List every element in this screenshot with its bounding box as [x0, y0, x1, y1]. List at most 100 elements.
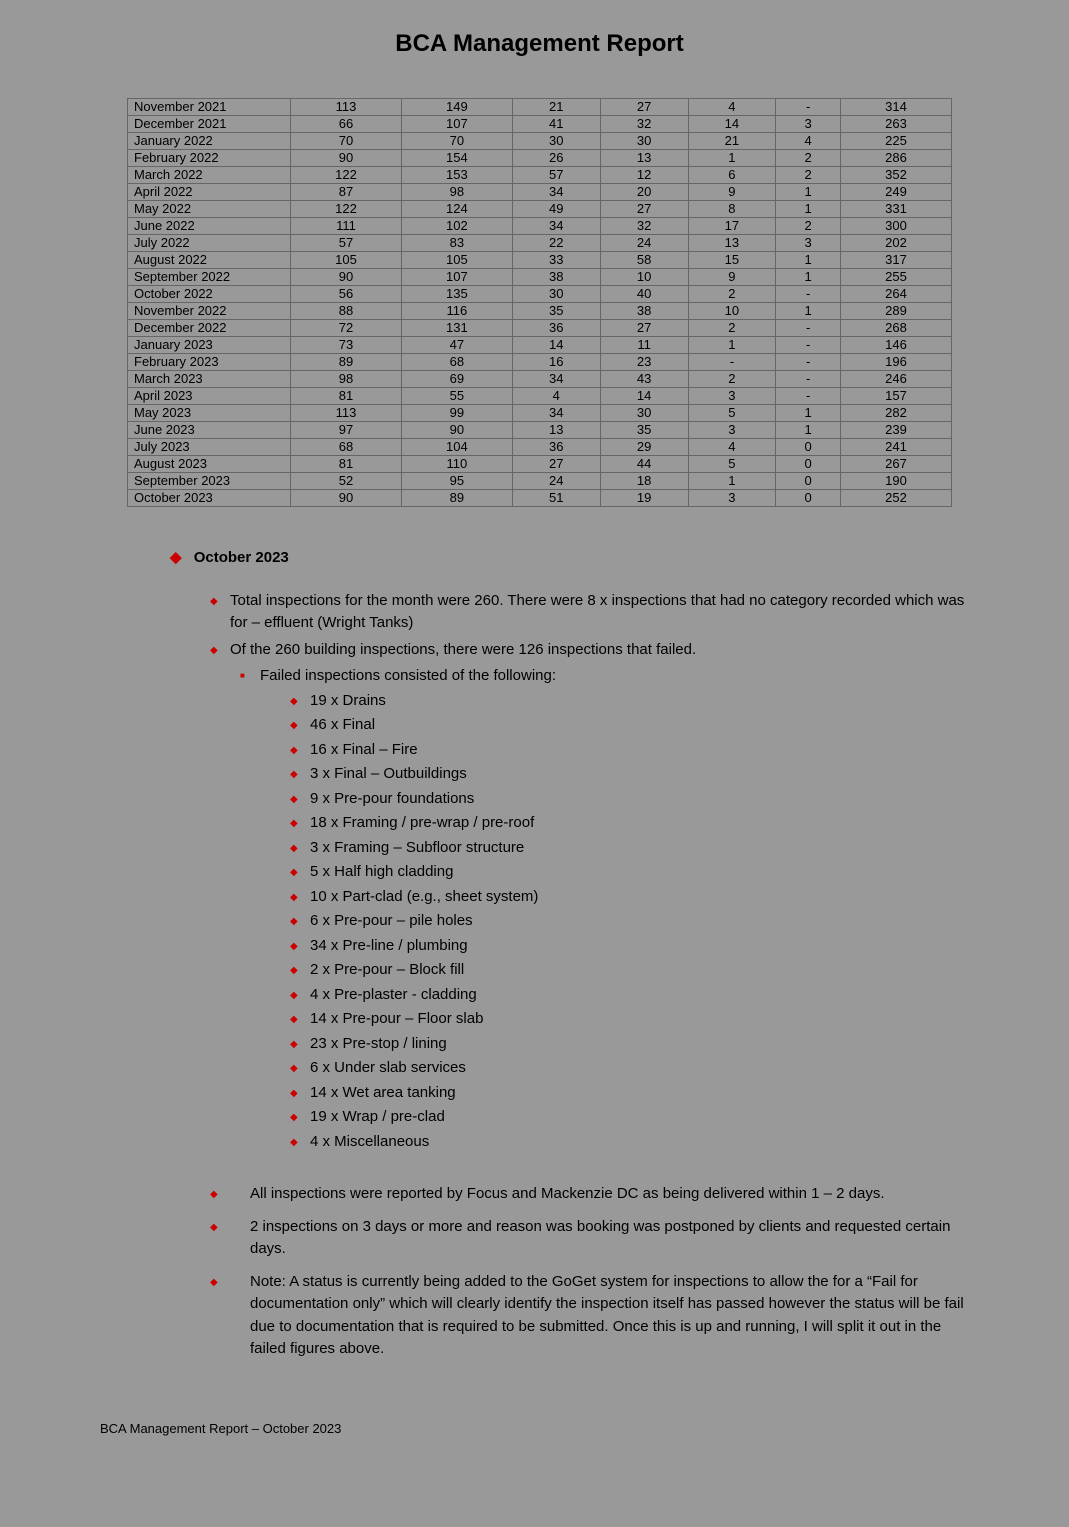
- table-cell: December 2022: [128, 320, 291, 337]
- level3-list: 19 x Drains46 x Final16 x Final – Fire 3…: [290, 690, 979, 1154]
- table-cell: 33: [512, 252, 600, 269]
- table-cell: 124: [401, 201, 512, 218]
- table-cell: 3: [688, 422, 776, 439]
- table-cell: 267: [841, 456, 952, 473]
- table-cell: 0: [776, 473, 841, 490]
- table-cell: 34: [512, 218, 600, 235]
- list-item: 2 inspections on 3 days or more and reas…: [210, 1216, 979, 1261]
- table-cell: 13: [512, 422, 600, 439]
- table-cell: 3: [776, 116, 841, 133]
- table-cell: -: [776, 99, 841, 116]
- table-cell: 146: [841, 337, 952, 354]
- table-cell: 1: [776, 405, 841, 422]
- table-cell: 102: [401, 218, 512, 235]
- table-cell: 20: [600, 184, 688, 201]
- table-cell: 99: [401, 405, 512, 422]
- table-cell: 26: [512, 150, 600, 167]
- table-cell: August 2022: [128, 252, 291, 269]
- table-cell: 14: [512, 337, 600, 354]
- table-cell: 264: [841, 286, 952, 303]
- table-cell: 252: [841, 490, 952, 507]
- table-cell: 89: [291, 354, 402, 371]
- list-item: 4 x Miscellaneous: [290, 1131, 979, 1154]
- table-cell: 1: [776, 201, 841, 218]
- table-cell: 27: [512, 456, 600, 473]
- table-cell: 87: [291, 184, 402, 201]
- table-cell: 55: [401, 388, 512, 405]
- report-content: ◆ October 2023 Total inspections for the…: [170, 547, 979, 1361]
- table-cell: 30: [512, 286, 600, 303]
- table-cell: 4: [688, 99, 776, 116]
- table-cell: 66: [291, 116, 402, 133]
- table-cell: 110: [401, 456, 512, 473]
- table-row: November 202111314921274-314: [128, 99, 952, 116]
- notes-list: All inspections were reported by Focus a…: [210, 1183, 979, 1361]
- table-cell: August 2023: [128, 456, 291, 473]
- table-cell: 41: [512, 116, 600, 133]
- table-cell: November 2022: [128, 303, 291, 320]
- table-cell: 4: [776, 133, 841, 150]
- table-cell: 30: [600, 133, 688, 150]
- list-item: 16 x Final – Fire: [290, 739, 979, 762]
- table-row: February 202389681623--196: [128, 354, 952, 371]
- table-cell: 95: [401, 473, 512, 490]
- table-row: September 202290107381091255: [128, 269, 952, 286]
- table-cell: 69: [401, 371, 512, 388]
- list-item: 14 x Wet area tanking: [290, 1082, 979, 1105]
- table-cell: 27: [600, 320, 688, 337]
- table-row: January 2023734714111-146: [128, 337, 952, 354]
- table-cell: 23: [600, 354, 688, 371]
- list-item: Failed inspections consisted of the foll…: [240, 665, 979, 688]
- table-cell: 90: [291, 269, 402, 286]
- table-cell: 1: [688, 337, 776, 354]
- list-item: 3 x Final – Outbuildings: [290, 763, 979, 786]
- table-cell: 68: [401, 354, 512, 371]
- table-cell: 4: [688, 439, 776, 456]
- table-cell: 286: [841, 150, 952, 167]
- list-item: 23 x Pre-stop / lining: [290, 1033, 979, 1056]
- table-row: May 202311399343051282: [128, 405, 952, 422]
- table-cell: 157: [841, 388, 952, 405]
- table-cell: 352: [841, 167, 952, 184]
- table-cell: 0: [776, 490, 841, 507]
- table-cell: 57: [512, 167, 600, 184]
- table-cell: March 2022: [128, 167, 291, 184]
- table-cell: 27: [600, 99, 688, 116]
- table-cell: 40: [600, 286, 688, 303]
- table-cell: 16: [512, 354, 600, 371]
- table-cell: 98: [291, 371, 402, 388]
- table-cell: 113: [291, 405, 402, 422]
- table-cell: -: [776, 354, 841, 371]
- table-cell: May 2022: [128, 201, 291, 218]
- table-cell: September 2022: [128, 269, 291, 286]
- table-row: October 20225613530402-264: [128, 286, 952, 303]
- table-cell: 73: [291, 337, 402, 354]
- table-cell: 81: [291, 388, 402, 405]
- list-item: 3 x Framing – Subfloor structure: [290, 837, 979, 860]
- table-cell: 225: [841, 133, 952, 150]
- table-row: September 20235295241810190: [128, 473, 952, 490]
- table-cell: 131: [401, 320, 512, 337]
- level1-list: Total inspections for the month were 260…: [210, 590, 979, 1154]
- table-cell: 32: [600, 116, 688, 133]
- table-cell: 90: [291, 490, 402, 507]
- table-cell: 70: [401, 133, 512, 150]
- page-title: BCA Management Report: [100, 30, 979, 58]
- table-cell: 6: [688, 167, 776, 184]
- list-item: 14 x Pre-pour – Floor slab: [290, 1008, 979, 1031]
- table-cell: June 2023: [128, 422, 291, 439]
- table-cell: 30: [600, 405, 688, 422]
- list-item: 18 x Framing / pre-wrap / pre-roof: [290, 812, 979, 835]
- table-cell: 52: [291, 473, 402, 490]
- table-cell: -: [688, 354, 776, 371]
- table-cell: -: [776, 337, 841, 354]
- table-row: June 20221111023432172300: [128, 218, 952, 235]
- table-cell: 14: [688, 116, 776, 133]
- table-cell: 36: [512, 439, 600, 456]
- table-cell: May 2023: [128, 405, 291, 422]
- table-cell: 282: [841, 405, 952, 422]
- table-cell: 18: [600, 473, 688, 490]
- table-cell: 72: [291, 320, 402, 337]
- list-item: 6 x Under slab services: [290, 1057, 979, 1080]
- table-cell: 135: [401, 286, 512, 303]
